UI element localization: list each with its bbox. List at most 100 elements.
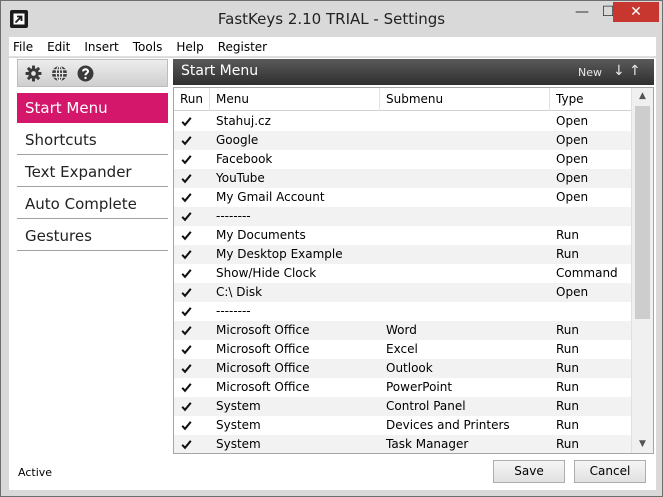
column-header-submenu[interactable]: Submenu	[380, 88, 550, 111]
minimize-button[interactable]: —	[569, 2, 595, 22]
menu-insert[interactable]: Insert	[77, 40, 125, 54]
help-icon[interactable]	[76, 64, 94, 82]
menu-cell: Stahuj.cz	[216, 114, 271, 128]
menu-register[interactable]: Register	[211, 40, 274, 54]
checkbox-checked[interactable]	[180, 419, 193, 432]
checkbox-checked[interactable]	[180, 267, 193, 280]
menu-tools[interactable]: Tools	[126, 40, 170, 54]
checkbox-checked[interactable]	[180, 438, 193, 451]
checkbox-checked[interactable]	[180, 172, 193, 185]
checkbox-checked[interactable]	[180, 115, 193, 128]
table-row[interactable]: System Devices and Printers Run	[174, 416, 631, 435]
table-row[interactable]: My Documents Run	[174, 226, 631, 245]
checkbox-checked[interactable]	[180, 134, 193, 147]
checkbox-checked[interactable]	[180, 248, 193, 261]
submenu-cell	[380, 207, 550, 226]
scrollbar-thumb[interactable]	[635, 106, 650, 319]
panel-header: Start Menu New ↓ ↑	[173, 59, 654, 85]
checkbox-checked[interactable]	[180, 400, 193, 413]
submenu-cell	[380, 150, 550, 169]
table-row[interactable]: Facebook Open	[174, 150, 631, 169]
table-row[interactable]: YouTube Open	[174, 169, 631, 188]
checkbox-checked[interactable]	[180, 324, 193, 337]
submenu-cell	[380, 302, 550, 321]
column-header-type[interactable]: Type	[550, 88, 631, 111]
submenu-cell: PowerPoint	[386, 380, 453, 394]
checkbox-checked[interactable]	[180, 343, 193, 356]
close-button[interactable]: ✕	[613, 2, 659, 22]
type-cell: Open	[556, 133, 589, 147]
menu-help[interactable]: Help	[169, 40, 210, 54]
submenu-cell: Outlook	[386, 361, 433, 375]
move-down-icon[interactable]: ↓	[613, 63, 625, 79]
new-button[interactable]: New	[578, 66, 602, 79]
menu-cell: Google	[216, 133, 259, 147]
checkbox-checked[interactable]	[180, 381, 193, 394]
sidebar-item-auto-complete[interactable]: Auto Complete	[17, 189, 168, 219]
vertical-scrollbar[interactable]: ▲ ▼	[631, 88, 653, 453]
checkbox-checked[interactable]	[180, 362, 193, 375]
type-cell: Run	[556, 380, 580, 394]
type-cell: Open	[556, 171, 589, 185]
submenu-cell	[380, 264, 550, 283]
checkbox-checked[interactable]	[180, 229, 193, 242]
checkbox-checked[interactable]	[180, 286, 193, 299]
table-row[interactable]: My Gmail Account Open	[174, 188, 631, 207]
run-cell	[174, 321, 210, 340]
type-cell: Open	[556, 152, 589, 166]
gear-icon[interactable]	[24, 64, 42, 82]
checkbox-checked[interactable]	[180, 305, 193, 318]
table-row[interactable]: Google Open	[174, 131, 631, 150]
run-cell	[174, 435, 210, 453]
scroll-down-icon[interactable]: ▼	[632, 436, 653, 453]
table-row[interactable]: C:\ Disk Open	[174, 283, 631, 302]
sidebar-item-text-expander[interactable]: Text Expander	[17, 157, 168, 187]
menu-cell: Microsoft Office	[216, 342, 310, 356]
menu-cell: Facebook	[216, 152, 273, 166]
move-up-icon[interactable]: ↑	[629, 63, 641, 79]
table-row[interactable]: Show/Hide Clock Command	[174, 264, 631, 283]
run-cell	[174, 188, 210, 207]
menu-cell: System	[216, 418, 261, 432]
table-row[interactable]: System Control Panel Run	[174, 397, 631, 416]
table-row[interactable]: --------	[174, 207, 631, 226]
run-cell	[174, 264, 210, 283]
submenu-cell	[380, 169, 550, 188]
title-bar[interactable]: FastKeys 2.10 TRIAL - Settings — ☐ ✕	[1, 1, 662, 37]
start-menu-grid: Run Menu Submenu Type Stahuj.cz Open Googl…	[173, 87, 654, 454]
table-row[interactable]: Microsoft Office Word Run	[174, 321, 631, 340]
table-row[interactable]: Microsoft Office Outlook Run	[174, 359, 631, 378]
checkbox-checked[interactable]	[180, 153, 193, 166]
type-cell: Run	[556, 228, 580, 242]
run-cell	[174, 397, 210, 416]
sidebar-item-start-menu[interactable]: Start Menu	[17, 93, 168, 123]
run-cell	[174, 169, 210, 188]
save-button[interactable]: Save	[493, 460, 565, 483]
scroll-up-icon[interactable]: ▲	[632, 88, 653, 105]
menu-file[interactable]: File	[9, 40, 40, 54]
globe-icon[interactable]	[50, 64, 68, 82]
table-row[interactable]: Stahuj.cz Open	[174, 112, 631, 131]
submenu-cell: Task Manager	[386, 437, 469, 451]
sidebar-item-gestures[interactable]: Gestures	[17, 221, 168, 251]
cancel-button[interactable]: Cancel	[574, 460, 646, 483]
submenu-cell: Word	[386, 323, 417, 337]
menu-cell: My Documents	[216, 228, 306, 242]
table-row[interactable]: Microsoft Office Excel Run	[174, 340, 631, 359]
sidebar-item-shortcuts[interactable]: Shortcuts	[17, 125, 168, 155]
table-row[interactable]: System Task Manager Run	[174, 435, 631, 453]
menu-edit[interactable]: Edit	[40, 40, 77, 54]
column-header-menu[interactable]: Menu	[210, 88, 380, 111]
menu-cell: Microsoft Office	[216, 361, 310, 375]
checkbox-checked[interactable]	[180, 210, 193, 223]
table-row[interactable]: --------	[174, 302, 631, 321]
type-cell: Open	[556, 285, 589, 299]
type-cell: Run	[556, 323, 580, 337]
type-cell: Run	[556, 247, 580, 261]
table-row[interactable]: Microsoft Office PowerPoint Run	[174, 378, 631, 397]
column-header-run[interactable]: Run	[174, 88, 210, 111]
menu-cell: My Desktop Example	[216, 247, 343, 261]
window-title: FastKeys 2.10 TRIAL - Settings	[217, 10, 446, 28]
table-row[interactable]: My Desktop Example Run	[174, 245, 631, 264]
checkbox-checked[interactable]	[180, 191, 193, 204]
